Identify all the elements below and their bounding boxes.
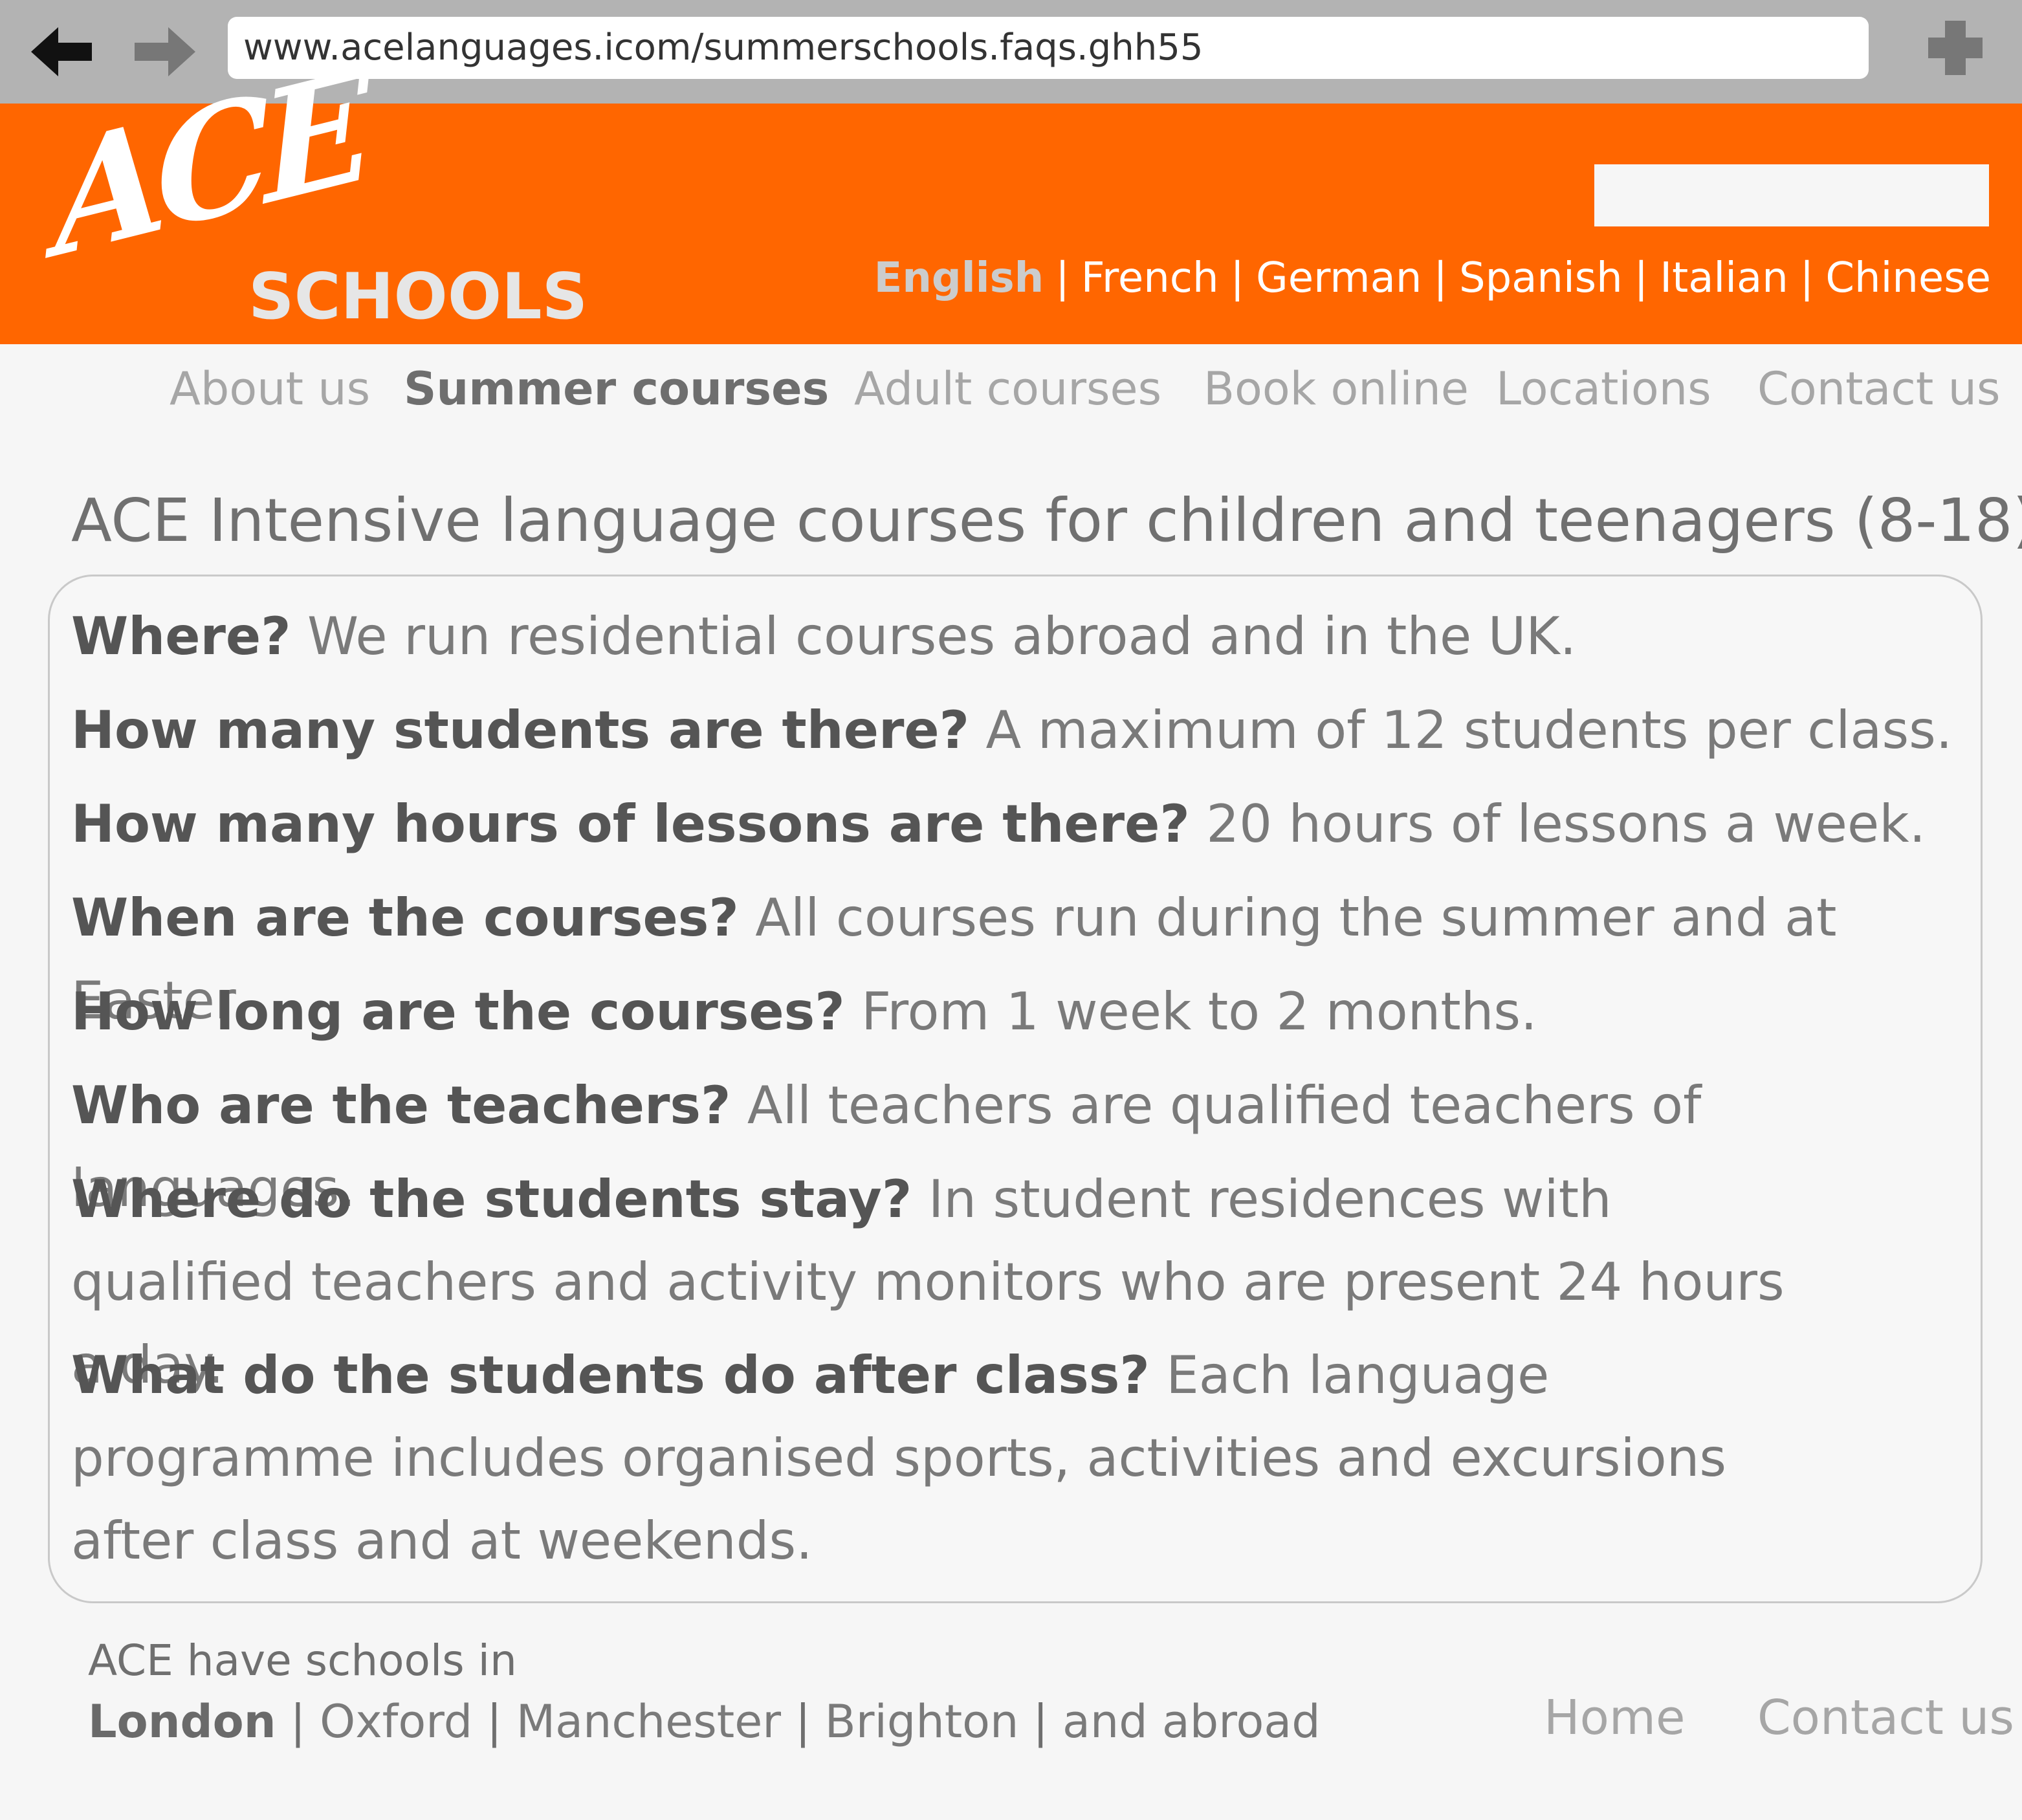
arrow-left-icon[interactable] [30,19,94,84]
faq-question: How long are the courses? [71,981,845,1042]
faq-answer: We run residential courses abroad and in… [307,606,1577,666]
page-title: ACE Intensive language courses for child… [71,486,2022,555]
nav-locations[interactable]: Locations [1496,362,1711,415]
faq-question: What do the students do after class? [71,1345,1150,1405]
faq-answer: From 1 week to 2 months. [861,981,1537,1042]
plus-icon[interactable] [1924,17,1986,79]
address-bar[interactable]: www.acelanguages.icom/summerschools.faqs… [228,17,1869,79]
city-separator: | [487,1695,502,1748]
nav-about-us[interactable]: About us [170,362,370,415]
lang-separator: | [1433,254,1447,302]
faq-item: How long are the courses? From 1 week to… [71,970,1967,1053]
city-brighton[interactable]: Brighton [825,1695,1019,1748]
nav-adult-courses[interactable]: Adult courses [854,362,1161,415]
lang-italian[interactable]: Italian [1660,254,1788,302]
footer-schools-intro: ACE have schools in [88,1636,517,1685]
language-selector: English | French | German | Spanish | Italian | Ch… [874,254,1991,303]
arrow-right-icon[interactable] [132,19,197,84]
faq-answer: 20 hours of lessons a week. [1206,794,1926,854]
faq-question: Where do the students stay? [71,1169,912,1229]
faq-item: What do the students do after class? Eac… [71,1334,1831,1583]
faq-item: How many hours of lessons are there? 20 … [71,783,1967,866]
footer-city-list: London | Oxford | Manchester | Brighton | and ab… [88,1695,1321,1748]
lang-separator: | [1634,254,1649,302]
faq-question: When are the courses? [71,888,739,948]
faq-question: How many hours of lessons are there? [71,794,1190,854]
footer-contact-link[interactable]: Contact us [1757,1690,2014,1746]
ace-schools-logo[interactable]: ACE SCHOOLS [45,37,589,336]
nav-contact-us[interactable]: Contact us [1757,362,2000,415]
lang-english[interactable]: English [874,254,1044,302]
site-header: ACE SCHOOLS English | French | German | Spanis… [0,37,2022,344]
city-separator: | [795,1695,811,1748]
logo-schools-wordmark: SCHOOLS [248,260,588,334]
faq-question: Where? [71,606,291,666]
lang-spanish[interactable]: Spanish [1459,254,1623,302]
lang-separator: | [1799,254,1814,302]
city-abroad[interactable]: and abroad [1062,1695,1321,1748]
faq-item: Where? We run residential courses abroad… [71,595,1967,678]
city-separator: | [1033,1695,1048,1748]
lang-chinese[interactable]: Chinese [1825,254,1991,302]
city-manchester[interactable]: Manchester [516,1695,781,1748]
faq-answer: A maximum of 12 students per class. [985,700,1953,760]
faq-question: Who are the teachers? [71,1075,731,1135]
lang-separator: | [1230,254,1245,302]
faq-item: How many students are there? A maximum o… [71,689,1967,772]
footer-home-link[interactable]: Home [1544,1690,1686,1746]
lang-french[interactable]: French [1081,254,1219,302]
main-nav: About us Summer courses Adult courses Bo… [0,362,2022,421]
nav-summer-courses[interactable]: Summer courses [404,362,829,415]
city-separator: | [290,1695,306,1748]
city-london[interactable]: London [88,1695,276,1748]
faq-question: How many students are there? [71,700,970,760]
lang-german[interactable]: German [1256,254,1422,302]
nav-book-online[interactable]: Book online [1203,362,1469,415]
search-input[interactable] [1594,164,1989,226]
lang-separator: | [1055,254,1070,302]
city-oxford[interactable]: Oxford [320,1695,472,1748]
